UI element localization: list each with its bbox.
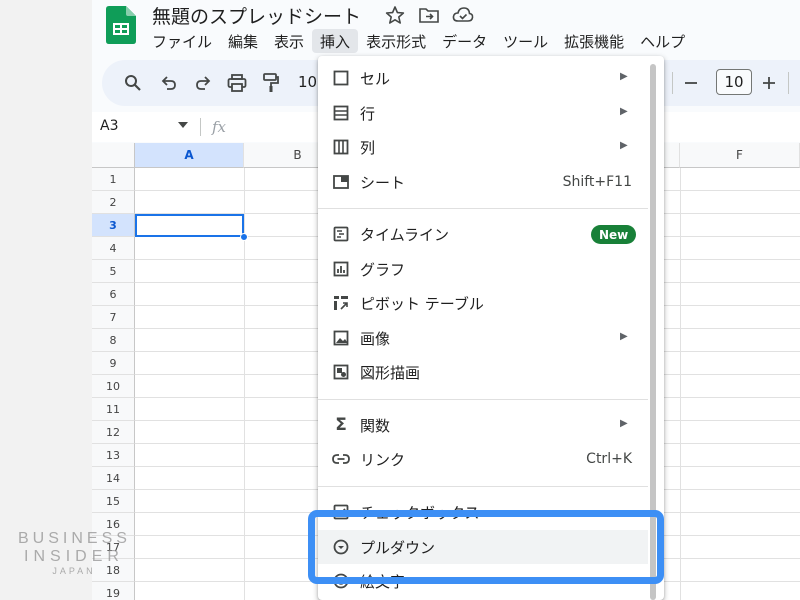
star-icon[interactable] (384, 4, 406, 26)
fill-handle[interactable] (240, 233, 248, 241)
menu-item-link[interactable]: リンク Ctrl+K (318, 442, 648, 476)
shortcut-hint: Shift+F11 (562, 174, 632, 190)
link-icon (332, 450, 350, 468)
minus-icon[interactable] (680, 72, 702, 94)
menu-format[interactable]: 表示形式 (358, 29, 434, 53)
menu-data[interactable]: データ (434, 29, 495, 53)
watermark-line: BUSINESS (18, 530, 131, 547)
menu-item-sheet[interactable]: シート Shift+F11 (318, 165, 648, 199)
chevron-down-icon[interactable] (178, 122, 188, 128)
menu-divider (318, 399, 648, 400)
menu-item-label: 画像 (360, 330, 391, 348)
menu-view[interactable]: 表示 (266, 29, 312, 53)
menu-tools[interactable]: ツール (495, 29, 556, 53)
columns-icon (332, 138, 350, 156)
row-header[interactable]: 2 (92, 191, 135, 214)
menu-item-label: グラフ (360, 261, 406, 279)
menu-item-label: 図形描画 (360, 364, 421, 382)
submenu-arrow-icon: ▶ (620, 140, 628, 151)
submenu-arrow-icon: ▶ (620, 331, 628, 342)
menu-insert[interactable]: 挿入 (312, 29, 359, 53)
row-header[interactable]: 19 (92, 582, 135, 600)
row-header[interactable]: 8 (92, 329, 135, 352)
menu-item-label: 列 (360, 139, 376, 157)
menu-item-drawing[interactable]: 図形描画 (318, 355, 648, 389)
timeline-icon (332, 225, 350, 243)
row-header[interactable]: 13 (92, 444, 135, 467)
row-header[interactable]: 10 (92, 375, 135, 398)
business-insider-watermark: BUSINESS INSIDER JAPAN (18, 530, 130, 576)
row-header[interactable]: 7 (92, 306, 135, 329)
cloud-saved-icon[interactable] (452, 4, 474, 26)
menu-item-chart[interactable]: グラフ (318, 252, 648, 286)
font-size-input[interactable]: 10 (716, 69, 752, 95)
cell-icon (332, 69, 350, 87)
row-header[interactable]: 4 (92, 237, 135, 260)
menu-item-label: タイムライン (360, 226, 449, 244)
menu-item-pivot-table[interactable]: ピボット テーブル (318, 286, 648, 320)
fx-icon: fx (212, 118, 227, 136)
menu-item-columns[interactable]: 列 ▶ (318, 130, 648, 164)
menu-item-timeline[interactable]: タイムライン New (318, 217, 648, 251)
select-all-corner[interactable] (92, 143, 135, 168)
sheets-logo-icon[interactable] (106, 6, 136, 44)
menu-item-label: 関数 (360, 417, 391, 435)
row-header[interactable]: 5 (92, 260, 135, 283)
toolbar-divider (672, 72, 673, 94)
undo-icon[interactable] (158, 72, 180, 94)
row-header[interactable]: 14 (92, 467, 135, 490)
menu-item-function[interactable]: Σ 関数 ▶ (318, 408, 648, 442)
menu-divider (318, 486, 648, 487)
toolbar-divider (788, 72, 789, 94)
plus-icon[interactable] (758, 72, 780, 94)
menu-item-label: シート (360, 174, 406, 192)
menu-extensions[interactable]: 拡張機能 (556, 29, 632, 53)
row-header[interactable]: 15 (92, 490, 135, 513)
selected-cell-a3[interactable] (135, 214, 244, 237)
highlight-annotation (308, 510, 664, 584)
menu-help[interactable]: ヘルプ (632, 29, 693, 53)
move-folder-icon[interactable] (418, 4, 440, 26)
row-header[interactable]: 6 (92, 283, 135, 306)
row-header[interactable]: 9 (92, 352, 135, 375)
menu-edit[interactable]: 編集 (220, 29, 266, 53)
menu-item-label: セル (360, 70, 391, 88)
redo-icon[interactable] (192, 72, 214, 94)
column-header-f[interactable]: F (680, 143, 800, 168)
row-header[interactable]: 3 (92, 214, 135, 237)
row-header[interactable]: 1 (92, 168, 135, 191)
image-icon (332, 329, 350, 347)
row-header[interactable]: 11 (92, 398, 135, 421)
document-title[interactable]: 無題のスプレッドシート (152, 2, 361, 29)
paint-format-icon[interactable] (260, 72, 282, 94)
menu-file[interactable]: ファイル (144, 29, 220, 53)
name-box[interactable]: A3 (100, 118, 118, 134)
menubar: ファイル 編集 表示 挿入 表示形式 データ ツール 拡張機能 ヘルプ (144, 29, 693, 53)
rows-icon (332, 104, 350, 122)
watermark-line: JAPAN (52, 566, 96, 576)
new-badge: New (591, 225, 637, 244)
shortcut-hint: Ctrl+K (586, 451, 632, 467)
menu-item-label: リンク (360, 451, 406, 469)
submenu-arrow-icon: ▶ (620, 106, 628, 117)
formula-divider (200, 118, 201, 136)
chart-icon (332, 260, 350, 278)
pivot-table-icon (332, 294, 350, 312)
watermark-line: INSIDER (24, 548, 124, 565)
drawing-icon (332, 363, 350, 381)
menu-divider (318, 208, 648, 209)
menu-item-image[interactable]: 画像 ▶ (318, 321, 648, 355)
sigma-icon: Σ (335, 415, 347, 435)
print-icon[interactable] (226, 72, 248, 94)
submenu-arrow-icon: ▶ (620, 418, 628, 429)
menu-item-label: 行 (360, 105, 376, 123)
sheet-icon (332, 173, 350, 191)
menu-item-rows[interactable]: 行 ▶ (318, 96, 648, 130)
menu-item-label: ピボット テーブル (360, 295, 484, 313)
submenu-arrow-icon: ▶ (620, 71, 628, 82)
column-header-a[interactable]: A (135, 143, 244, 168)
row-header[interactable]: 12 (92, 421, 135, 444)
search-icon[interactable] (122, 72, 144, 94)
menu-item-cell[interactable]: セル ▶ (318, 61, 648, 95)
